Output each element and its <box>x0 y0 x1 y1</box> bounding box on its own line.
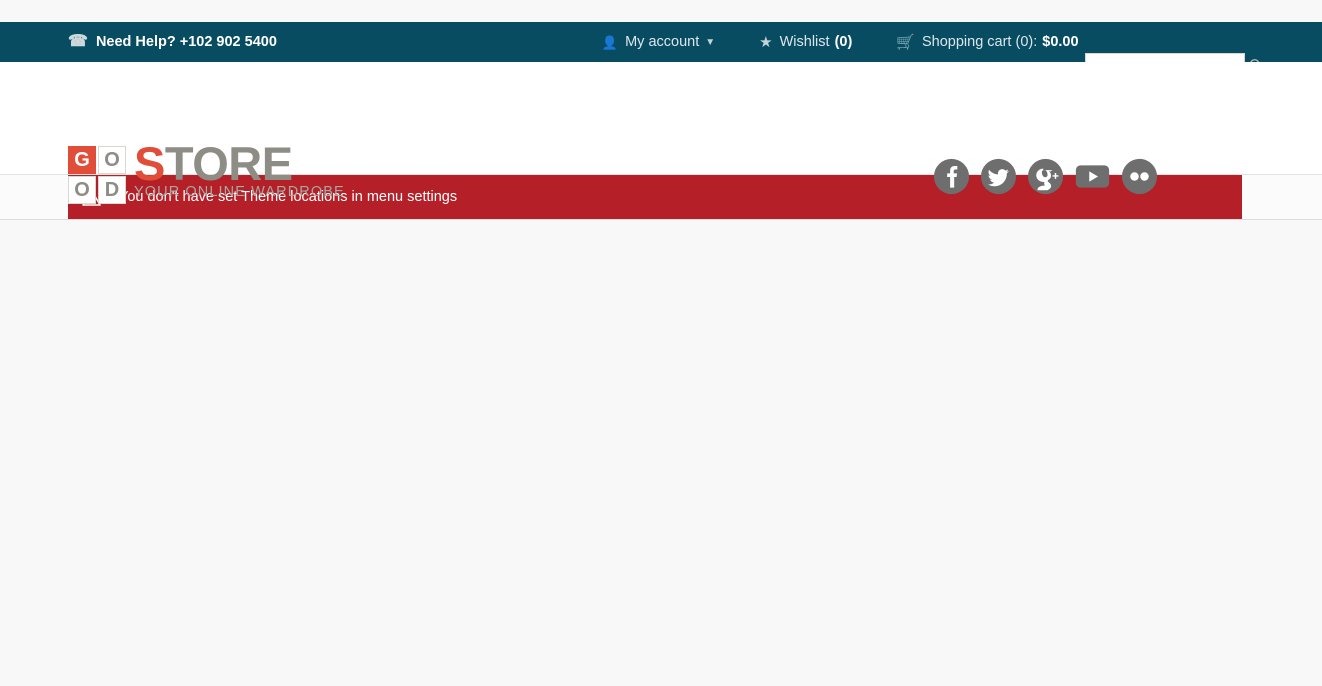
youtube-icon[interactable] <box>1074 158 1111 195</box>
facebook-icon[interactable] <box>933 158 970 195</box>
help-phone-text: Need Help? +102 902 5400 <box>95 34 277 50</box>
wishlist-count: (0) <box>834 34 853 50</box>
my-account-label: My account <box>625 34 700 50</box>
cart-label: Shopping cart (0): <box>921 34 1038 50</box>
cart-total: $0.00 <box>1042 34 1079 50</box>
logo-cell-o1: O <box>98 146 126 174</box>
logo-cell-d: D <box>98 176 126 204</box>
page-content-area <box>0 220 1322 686</box>
wishlist-label: Wishlist <box>779 34 830 50</box>
utility-topbar: ☎ Need Help? +102 902 5400 👤 My account … <box>0 22 1322 76</box>
user-icon: 👤 <box>601 34 619 50</box>
my-account-menu[interactable]: 👤 My account ▼ <box>602 34 715 50</box>
top-spacer-strip <box>0 0 1322 22</box>
flickr-icon[interactable] <box>1121 158 1158 195</box>
logo-wordmark: STORE YOUR ONLINE WARDROBE <box>134 140 345 201</box>
shopping-cart-link[interactable]: 🛒 Shopping cart (0): $0.00 <box>896 34 1078 50</box>
twitter-icon[interactable] <box>980 158 1017 195</box>
topbar-links: 👤 My account ▼ ★ Wishlist (0) 🛒 Shopping… <box>602 34 1079 50</box>
logo-word-accent: S <box>134 137 165 190</box>
google-plus-icon[interactable] <box>1027 158 1064 195</box>
chevron-down-icon: ▼ <box>705 36 716 48</box>
star-icon: ★ <box>759 33 773 51</box>
logo-cell-g: G <box>68 146 96 174</box>
site-header: G O O D STORE YOUR ONLINE WARDROBE <box>0 62 1322 204</box>
cart-icon: 🛒 <box>896 33 915 51</box>
logo-word-store: STORE <box>134 140 345 188</box>
phone-icon: ☎ <box>68 33 88 50</box>
social-links <box>933 158 1158 195</box>
logo-cell-o2: O <box>68 176 96 204</box>
wishlist-link[interactable]: ★ Wishlist (0) <box>759 34 852 50</box>
logo-tagline: YOUR ONLINE WARDROBE <box>134 184 345 200</box>
logo-letter-grid: G O O D <box>68 146 126 204</box>
help-phone: ☎ Need Help? +102 902 5400 <box>68 33 277 51</box>
site-logo[interactable]: G O O D STORE YOUR ONLINE WARDROBE <box>68 140 345 204</box>
logo-word-rest: TORE <box>164 137 293 190</box>
